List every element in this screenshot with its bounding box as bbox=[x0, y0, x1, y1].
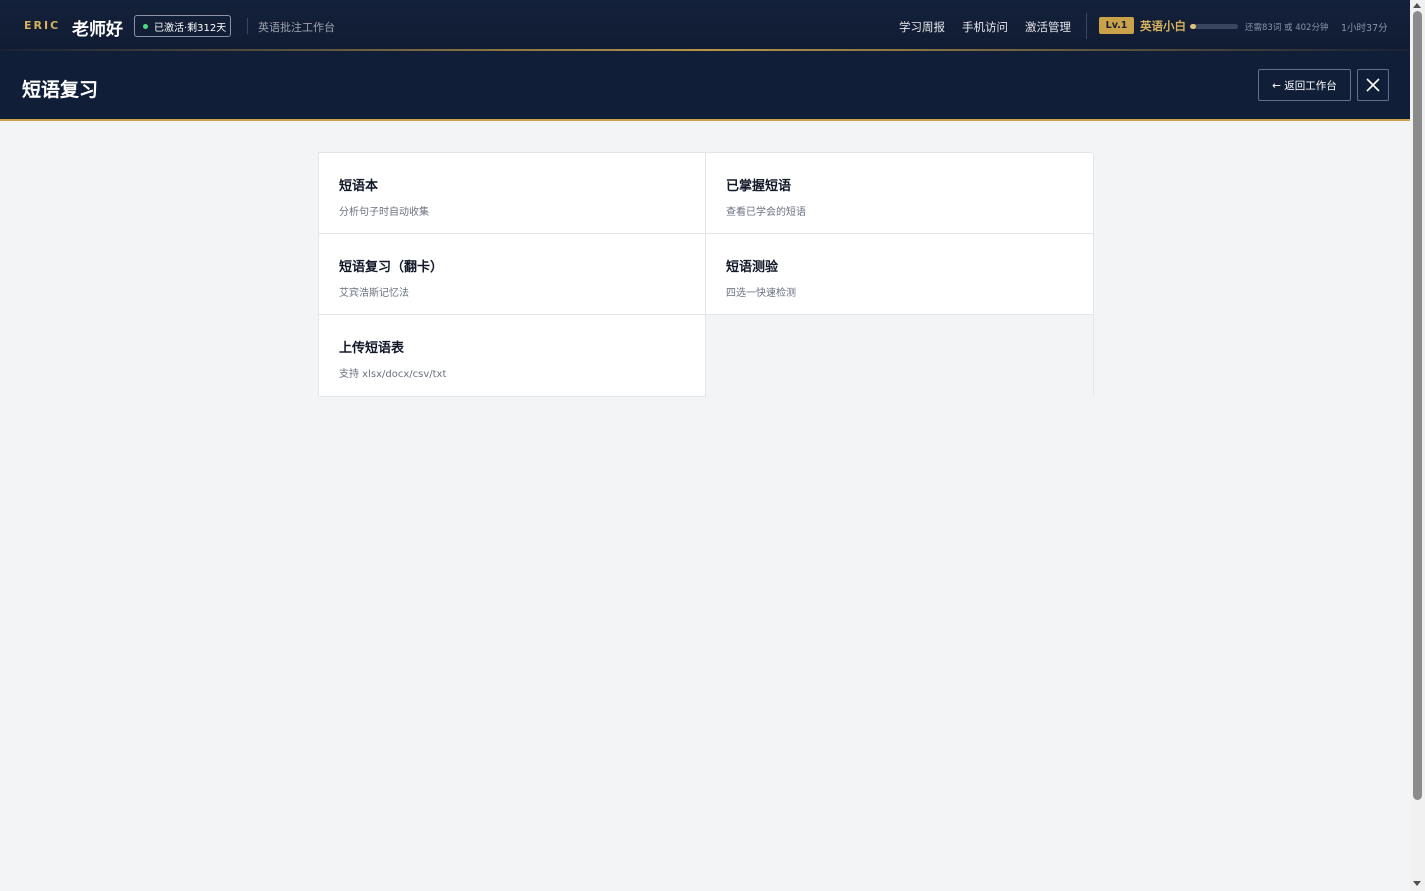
xp-progress-bar bbox=[1190, 24, 1238, 29]
card-phrase-quiz[interactable]: 短语测验 四选一快速检测 bbox=[706, 234, 1094, 315]
card-title: 短语测验 bbox=[726, 260, 779, 275]
card-description: 艾宾浩斯记忆法 bbox=[339, 288, 409, 299]
level-badge: Lv.1 bbox=[1099, 17, 1134, 34]
scroll-down-arrow-icon[interactable] bbox=[1413, 881, 1421, 886]
status-dot-icon bbox=[143, 23, 148, 29]
card-description: 四选一快速检测 bbox=[726, 288, 796, 299]
nav-weekly-report[interactable]: 学习周报 bbox=[899, 19, 945, 35]
card-title: 已掌握短语 bbox=[726, 179, 792, 194]
card-phrasebook[interactable]: 短语本 分析句子时自动收集 bbox=[319, 153, 706, 234]
page-title: 短语复习 bbox=[22, 79, 99, 101]
card-title: 短语复习（翻卡） bbox=[339, 260, 444, 275]
card-mastered-phrases[interactable]: 已掌握短语 查看已学会的短语 bbox=[706, 153, 1094, 234]
scroll-up-arrow-icon[interactable] bbox=[1413, 3, 1421, 8]
xp-progress-fill bbox=[1190, 24, 1196, 29]
divider bbox=[247, 18, 248, 34]
card-title: 上传短语表 bbox=[339, 341, 405, 356]
close-button[interactable] bbox=[1357, 69, 1389, 101]
xp-remaining-text: 还需83词 或 402分钟 bbox=[1245, 23, 1329, 33]
phrase-menu-grid: 短语本 分析句子时自动收集 已掌握短语 查看已学会的短语 短语复习（翻卡） 艾宾… bbox=[318, 152, 1094, 397]
card-description: 查看已学会的短语 bbox=[726, 207, 806, 218]
card-description: 支持 xlsx/docx/csv/txt bbox=[339, 369, 447, 380]
nav-activation-management[interactable]: 激活管理 bbox=[1025, 19, 1071, 35]
divider bbox=[1086, 13, 1087, 39]
activation-status-text: 已激活·剩312天 bbox=[154, 22, 227, 34]
workbench-label: 英语批注工作台 bbox=[258, 21, 335, 34]
close-icon bbox=[1366, 78, 1380, 92]
back-to-workbench-button[interactable]: ← 返回工作台 bbox=[1258, 69, 1351, 101]
study-time-text: 1小时37分 bbox=[1341, 23, 1388, 34]
card-upload-phrase-list[interactable]: 上传短语表 支持 xlsx/docx/csv/txt bbox=[319, 315, 706, 397]
nav-mobile-access[interactable]: 手机访问 bbox=[962, 19, 1008, 35]
card-title: 短语本 bbox=[339, 179, 379, 194]
rank-name: 英语小白 bbox=[1140, 19, 1186, 33]
scrollbar-thumb[interactable] bbox=[1413, 11, 1422, 800]
empty-grid-cell bbox=[706, 315, 1094, 397]
card-description: 分析句子时自动收集 bbox=[339, 207, 429, 218]
page-header bbox=[0, 51, 1410, 120]
header-accent-line bbox=[0, 119, 1410, 121]
brand-logo: ERIC bbox=[24, 19, 61, 32]
activation-status-badge: 已激活·剩312天 bbox=[134, 15, 231, 37]
card-flashcard-review[interactable]: 短语复习（翻卡） 艾宾浩斯记忆法 bbox=[319, 234, 706, 315]
greeting-title: 老师好 bbox=[72, 20, 123, 40]
